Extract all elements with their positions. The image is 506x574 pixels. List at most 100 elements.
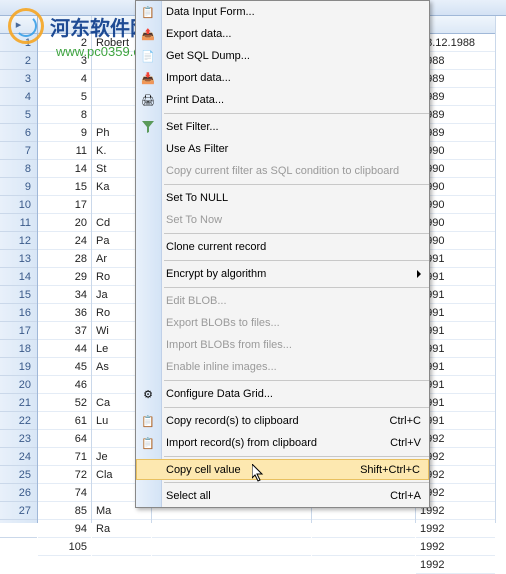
menu-import-blobs: Import BLOBs from files... — [136, 334, 429, 356]
row-header-corner[interactable]: ▸ — [0, 16, 37, 34]
row-number[interactable]: 25 — [0, 466, 37, 484]
cell[interactable]: 1992 — [416, 556, 495, 574]
row-number[interactable]: 6 — [0, 124, 37, 142]
row-number[interactable]: 11 — [0, 214, 37, 232]
cell[interactable]: 11 — [38, 142, 91, 160]
row-number[interactable]: 22 — [0, 412, 37, 430]
cell[interactable]: 14 — [38, 160, 91, 178]
row-number[interactable]: 23 — [0, 430, 37, 448]
cell[interactable]: 2 — [38, 34, 91, 52]
form-icon: 📋 — [140, 4, 156, 20]
menu-copy-filter: Copy current filter as SQL condition to … — [136, 160, 429, 182]
menu-separator — [164, 233, 429, 234]
row-number[interactable]: 17 — [0, 322, 37, 340]
row-number[interactable]: 10 — [0, 196, 37, 214]
paste-icon: 📋 — [140, 435, 156, 451]
cell[interactable] — [152, 538, 311, 556]
menu-configure-grid[interactable]: ⚙Configure Data Grid... — [136, 383, 429, 405]
menu-separator — [164, 456, 429, 457]
row-number[interactable]: 3 — [0, 70, 37, 88]
cell[interactable]: 28 — [38, 250, 91, 268]
cell[interactable]: 3 — [38, 52, 91, 70]
menu-set-filter[interactable]: Set Filter... — [136, 116, 429, 138]
menu-import-data[interactable]: 📥Import data... — [136, 67, 429, 89]
row-number[interactable]: 4 — [0, 88, 37, 106]
menu-print-data[interactable]: 🖨Print Data... — [136, 89, 429, 111]
cell[interactable]: 9 — [38, 124, 91, 142]
menu-copy-cell-value[interactable]: Copy cell valueShift+Ctrl+C — [136, 459, 429, 480]
cell[interactable]: 34 — [38, 286, 91, 304]
menu-inline-images: Enable inline images... — [136, 356, 429, 378]
row-number[interactable]: 20 — [0, 376, 37, 394]
menu-import-records[interactable]: 📋Import record(s) from clipboardCtrl+V — [136, 432, 429, 454]
context-menu: 📋Data Input Form... 📤Export data... 📄Get… — [135, 0, 430, 508]
shortcut: Ctrl+A — [390, 490, 421, 502]
cell[interactable]: 29 — [38, 268, 91, 286]
row-number[interactable]: 21 — [0, 394, 37, 412]
cell[interactable] — [92, 538, 151, 556]
column-id: 2345891114151720242829343637444546526164… — [38, 16, 92, 523]
cell[interactable]: 4 — [38, 70, 91, 88]
cell[interactable]: 15 — [38, 178, 91, 196]
row-number[interactable]: 27 — [0, 502, 37, 520]
cell[interactable]: 85 — [38, 502, 91, 520]
cell[interactable]: 20 — [38, 214, 91, 232]
shortcut: Shift+Ctrl+C — [360, 464, 420, 476]
filter-icon — [140, 119, 156, 135]
row-number[interactable]: 16 — [0, 304, 37, 322]
row-number[interactable]: 14 — [0, 268, 37, 286]
menu-export-blobs: Export BLOBs to files... — [136, 312, 429, 334]
menu-separator — [164, 113, 429, 114]
cell[interactable]: 45 — [38, 358, 91, 376]
menu-set-to-null[interactable]: Set To NULL — [136, 187, 429, 209]
row-number[interactable]: 8 — [0, 160, 37, 178]
row-number[interactable]: 7 — [0, 142, 37, 160]
cell[interactable]: 24 — [38, 232, 91, 250]
menu-encrypt[interactable]: Encrypt by algorithm — [136, 263, 429, 285]
cell[interactable]: 37 — [38, 322, 91, 340]
cell[interactable]: 71 — [38, 448, 91, 466]
cell[interactable]: 72 — [38, 466, 91, 484]
menu-separator — [164, 482, 429, 483]
menu-separator — [164, 184, 429, 185]
row-number[interactable]: 26 — [0, 484, 37, 502]
menu-get-sql-dump[interactable]: 📄Get SQL Dump... — [136, 45, 429, 67]
cell[interactable]: 5 — [38, 88, 91, 106]
cell[interactable]: 46 — [38, 376, 91, 394]
cell[interactable]: 17 — [38, 196, 91, 214]
cell[interactable]: 105 — [38, 538, 91, 556]
menu-separator — [164, 407, 429, 408]
cell[interactable]: 44 — [38, 340, 91, 358]
row-number[interactable]: 5 — [0, 106, 37, 124]
row-number[interactable]: 13 — [0, 250, 37, 268]
menu-separator — [164, 287, 429, 288]
row-number[interactable]: 9 — [0, 178, 37, 196]
menu-select-all[interactable]: Select allCtrl+A — [136, 485, 429, 507]
menu-clone-record[interactable]: Clone current record — [136, 236, 429, 258]
menu-set-to-now: Set To Now — [136, 209, 429, 231]
row-number[interactable]: 12 — [0, 232, 37, 250]
row-number[interactable]: 15 — [0, 286, 37, 304]
menu-use-as-filter[interactable]: Use As Filter — [136, 138, 429, 160]
row-number[interactable]: 1 — [0, 34, 37, 52]
cell[interactable]: 1992 — [416, 538, 495, 556]
row-number[interactable]: 18 — [0, 340, 37, 358]
cell[interactable]: 61 — [38, 412, 91, 430]
cell[interactable]: 36 — [38, 304, 91, 322]
cell[interactable]: 74 — [38, 484, 91, 502]
cell[interactable]: 52 — [38, 394, 91, 412]
menu-data-input-form[interactable]: 📋Data Input Form... — [136, 1, 429, 23]
row-number[interactable]: 2 — [0, 52, 37, 70]
row-number[interactable]: 24 — [0, 448, 37, 466]
cell[interactable]: 64 — [38, 430, 91, 448]
menu-export-data[interactable]: 📤Export data... — [136, 23, 429, 45]
shortcut: Ctrl+C — [390, 415, 421, 427]
cell[interactable] — [312, 538, 415, 556]
cell[interactable]: 8 — [38, 106, 91, 124]
row-number[interactable]: 19 — [0, 358, 37, 376]
column-header[interactable] — [38, 16, 91, 34]
menu-copy-records[interactable]: 📋Copy record(s) to clipboardCtrl+C — [136, 410, 429, 432]
copy-icon: 📋 — [140, 413, 156, 429]
sql-icon: 📄 — [140, 48, 156, 64]
print-icon: 🖨 — [140, 92, 156, 108]
